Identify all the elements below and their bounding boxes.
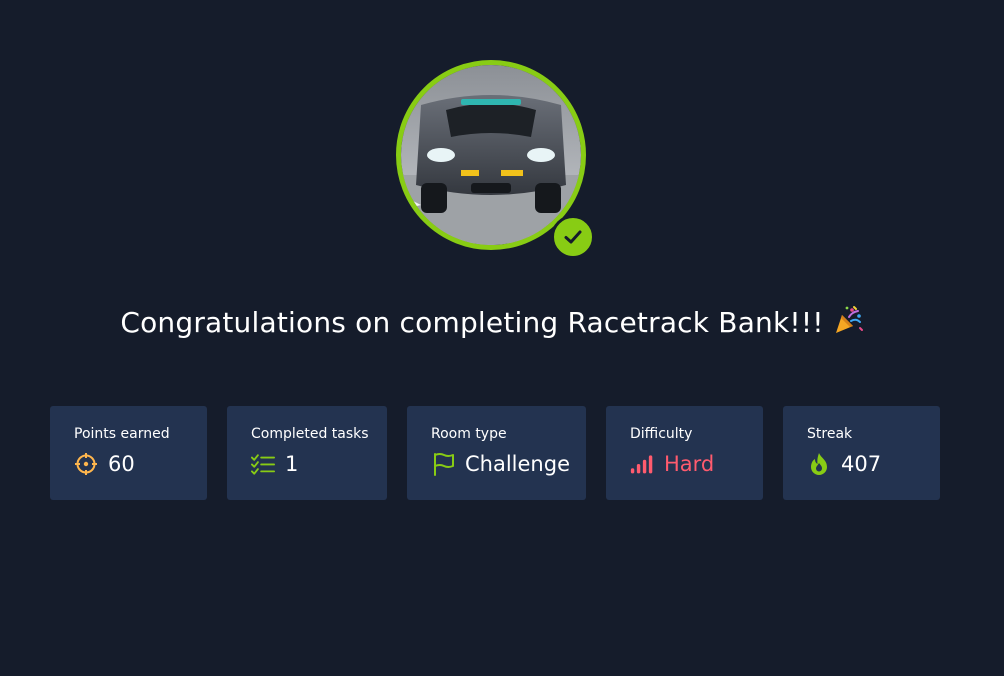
stat-value: 60	[108, 452, 135, 476]
stat-value: Hard	[664, 452, 715, 476]
stat-card-room-type: Room type Challenge	[407, 406, 586, 500]
crosshair-icon	[74, 452, 98, 476]
signal-bars-icon	[630, 452, 654, 476]
stat-label: Streak	[807, 426, 853, 442]
stat-card-completed-tasks: Completed tasks 1	[227, 406, 387, 500]
check-icon	[564, 230, 582, 244]
completion-title-text: Congratulations on completing Racetrack …	[120, 306, 824, 339]
stat-label: Points earned	[74, 426, 170, 442]
stat-label: Completed tasks	[251, 426, 369, 442]
completion-heading: Congratulations on completing Racetrack …	[0, 304, 984, 343]
stat-card-points: Points earned 60	[50, 406, 207, 500]
stat-value: 407	[841, 452, 882, 476]
racecar-image	[401, 65, 581, 245]
completion-page: Congratulations on completing Racetrack …	[0, 0, 1004, 676]
stat-value: 1	[285, 452, 299, 476]
party-popper-icon	[832, 304, 864, 343]
flame-icon	[807, 452, 831, 476]
room-avatar-container	[396, 60, 596, 260]
stat-label: Difficulty	[630, 426, 693, 442]
stat-card-streak: Streak 407	[783, 406, 940, 500]
completed-badge	[551, 215, 595, 259]
stat-label: Room type	[431, 426, 507, 442]
stat-value: Challenge	[465, 452, 570, 476]
stat-card-difficulty: Difficulty Hard	[606, 406, 763, 500]
flag-icon	[431, 452, 455, 476]
task-list-icon	[251, 452, 275, 476]
